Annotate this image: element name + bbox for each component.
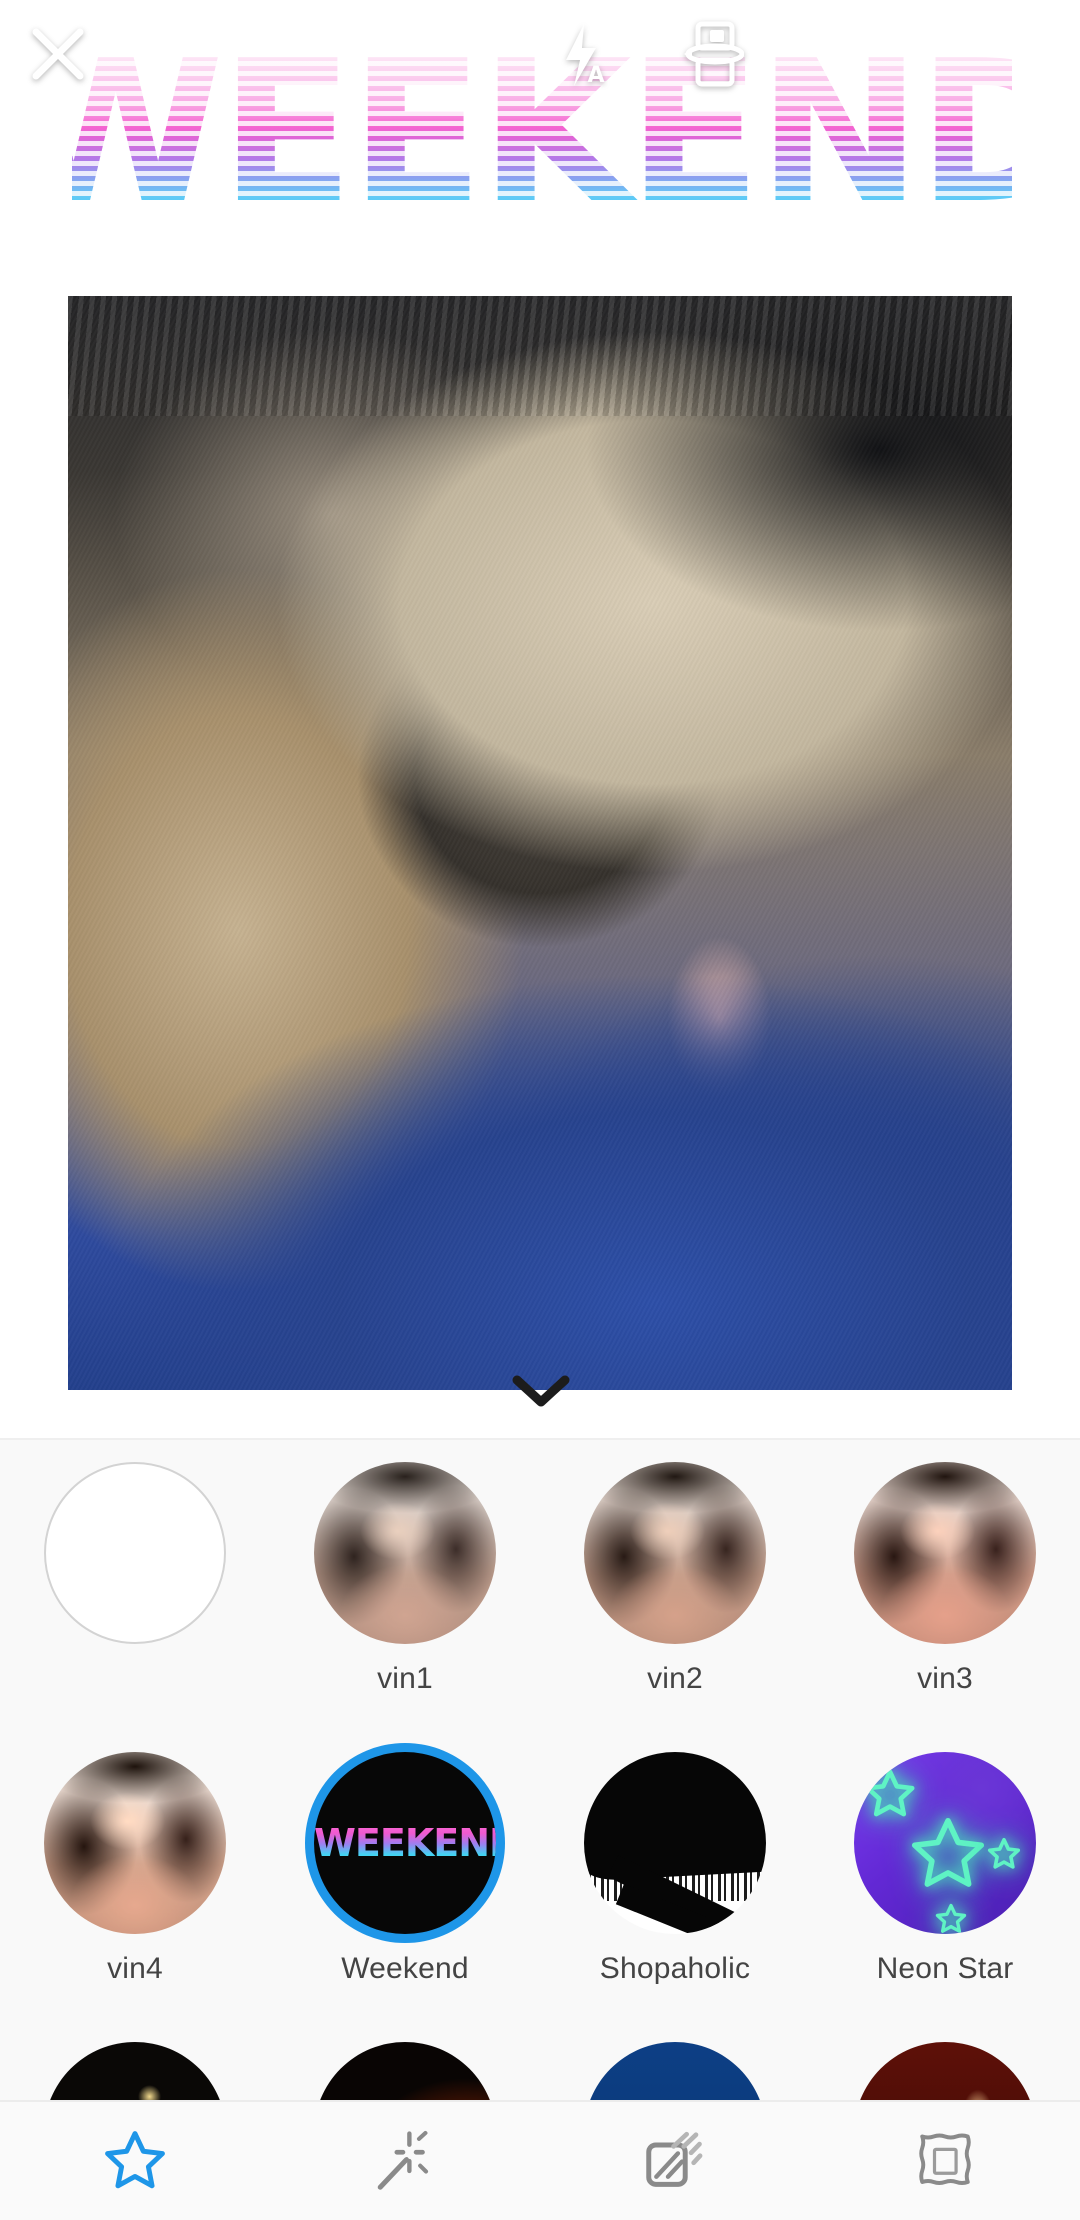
filter-label: vin4: [107, 1952, 163, 1985]
tab-overlays[interactable]: [540, 2102, 810, 2220]
filter-item-vin4[interactable]: vin4: [0, 1730, 270, 2020]
filter-label: Shopaholic: [599, 1952, 751, 1985]
frame-icon: [919, 2133, 971, 2185]
bottom-tab-bar: [0, 2100, 1080, 2220]
close-icon: [32, 28, 84, 80]
neon-star-icon: [934, 1902, 968, 1934]
portrait-preview: [584, 1462, 766, 1644]
filter-label: vin3: [917, 1662, 973, 1695]
filter-item-neon-star[interactable]: Neon Star: [810, 1730, 1080, 2020]
neon-star-icon: [906, 1812, 990, 1896]
filter-label: vin1: [377, 1662, 433, 1695]
filter-item-row3-1[interactable]: [0, 2020, 270, 2100]
filter-thumb-weekend: WEEKEND: [314, 1752, 496, 1934]
photo-editor-screen: WEEKEND A vin1 vin2 vin3 vin4 WEEKEN Wee…: [0, 0, 1080, 2220]
filter-thumb-vin1: [314, 1462, 496, 1644]
filter-item-none[interactable]: [0, 1440, 270, 1730]
collapse-button[interactable]: [505, 1368, 577, 1414]
photo-canvas[interactable]: [68, 296, 1012, 1390]
filter-thumb-vin3: [854, 1462, 1036, 1644]
star-icon: [105, 2131, 165, 2189]
filter-item-row3-4[interactable]: [810, 2020, 1080, 2100]
filter-thumb-vin2: [584, 1462, 766, 1644]
portrait-preview: [854, 1462, 1036, 1644]
filter-strip[interactable]: vin1 vin2 vin3 vin4 WEEKEND Weekend: [0, 1438, 1080, 2100]
weekend-sticker-fade: [72, 26, 1012, 256]
weekend-sticker-text: WEEKEND: [8, 26, 1080, 256]
filter-thumb-none: [44, 1462, 226, 1644]
save-button[interactable]: [682, 18, 745, 88]
filter-item-vin3[interactable]: vin3: [810, 1440, 1080, 1730]
filter-thumb-neon-star: [854, 1752, 1036, 1934]
weekend-sticker[interactable]: WEEKEND: [8, 26, 1080, 256]
tab-effects[interactable]: [270, 2102, 540, 2220]
filter-label: Weekend: [341, 1952, 469, 1985]
close-button[interactable]: [26, 22, 90, 86]
canvas-panel: WEEKEND A: [0, 0, 1080, 1438]
filter-item-row3-2[interactable]: [270, 2020, 540, 2100]
filter-thumb-row3-2: [314, 2042, 496, 2100]
portrait-preview: [314, 1462, 496, 1644]
overlay-icon: [646, 2131, 703, 2187]
flash-auto-icon: A: [566, 24, 605, 88]
filter-thumb-row3-3: [584, 2042, 766, 2100]
filter-item-row3-3[interactable]: [540, 2020, 810, 2100]
filter-label: vin2: [647, 1662, 703, 1695]
weekend-thumb-text: WEEKEND: [314, 1821, 496, 1865]
filter-item-shopaholic[interactable]: Shopaholic: [540, 1730, 810, 2020]
photo-grain: [68, 296, 1012, 1390]
weekend-sticker-scanlines: [72, 26, 1012, 256]
filter-thumb-shopaholic: [584, 1752, 766, 1934]
filter-item-vin2[interactable]: vin2: [540, 1440, 810, 1730]
save-icon: [684, 21, 745, 87]
filter-item-vin1[interactable]: vin1: [270, 1440, 540, 1730]
filter-grid: vin1 vin2 vin3 vin4 WEEKEND Weekend: [0, 1440, 1080, 2100]
filter-thumb-row3-1: [44, 2042, 226, 2100]
chevron-down-icon: [512, 1375, 570, 1407]
flash-mode-letter: A: [587, 63, 604, 88]
shopaholic-shape: [584, 1752, 766, 1882]
filter-thumb-vin4: [44, 1752, 226, 1934]
filter-item-weekend[interactable]: WEEKEND Weekend: [270, 1730, 540, 2020]
magic-wand-icon: [377, 2130, 429, 2190]
filter-label: Neon Star: [876, 1952, 1014, 1985]
tab-frames[interactable]: [810, 2102, 1080, 2220]
portrait-preview: [44, 1752, 226, 1934]
neon-star-icon: [986, 1836, 1022, 1872]
flash-auto-button[interactable]: A: [556, 22, 612, 90]
filter-thumb-row3-4: [854, 2042, 1036, 2100]
tab-stickers[interactable]: [0, 2102, 270, 2220]
